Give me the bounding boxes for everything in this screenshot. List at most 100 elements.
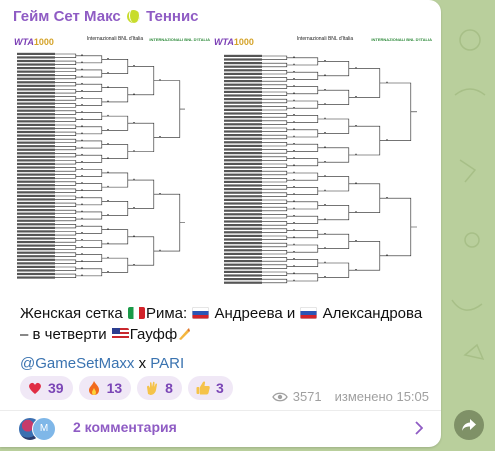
bracket-entry-mark	[293, 157, 295, 159]
bracket-entry-mark	[293, 56, 295, 58]
bracket-entry-mark	[81, 97, 83, 98]
bracket-connector	[262, 206, 293, 212]
bracket-connector	[262, 163, 293, 168]
bracket-entry-mark	[107, 143, 109, 145]
bracket-entry-mark	[324, 233, 326, 234]
reaction-clap[interactable]: 8	[137, 376, 182, 400]
bracket-entry-mark	[17, 102, 55, 105]
bracket-entry-mark	[293, 71, 295, 72]
post-links: @GameSetMaxx x PARI	[20, 355, 184, 372]
bracket-connector	[55, 188, 81, 193]
bracket-entry-mark	[324, 261, 326, 263]
bracket-entry-mark	[386, 139, 388, 141]
bracket-connector	[107, 115, 133, 131]
bracket-entry-mark	[293, 150, 295, 151]
bracket-entry-mark	[224, 270, 262, 273]
bracket-connector	[55, 96, 81, 101]
bracket-connector	[81, 69, 107, 78]
reactions-bar: 39 13 8 3	[20, 376, 233, 400]
bracket-entry-mark	[17, 169, 55, 173]
bracket-entry-mark	[17, 116, 55, 119]
bracket-entry-mark	[17, 272, 55, 276]
bracket-entry-mark	[224, 69, 262, 72]
clap-icon	[147, 381, 158, 395]
bracket-entry-mark	[224, 188, 262, 191]
bracket-connector	[107, 201, 133, 216]
writing-hand-icon	[179, 328, 191, 340]
bracket-entry-mark	[324, 161, 326, 162]
bracket-connector	[55, 67, 81, 73]
bracket-entry-mark	[386, 254, 388, 256]
bracket-connector	[55, 259, 81, 264]
partner-link[interactable]: PARI	[150, 355, 184, 372]
bracket-connector	[55, 110, 81, 115]
bracket-connector	[133, 236, 159, 266]
bracket-connector	[81, 126, 107, 135]
bracket-connector	[262, 185, 293, 190]
bracket-entry-mark	[107, 114, 109, 116]
bracket-entry-mark	[17, 127, 55, 130]
bracket-sheet-left: WTA1000 Internazionali BNL d'Italia INTE…	[10, 32, 216, 290]
post-text: Женская сетка Рима: Андреева и Александр…	[20, 303, 430, 345]
post-text-part: четверти	[44, 326, 107, 343]
bracket-entry-mark	[224, 281, 262, 284]
bracket-entry-mark	[17, 223, 55, 226]
bracket-connector	[81, 112, 107, 120]
bracket-connector	[262, 77, 293, 82]
bracket-connector	[324, 176, 355, 192]
bracket-entry-mark	[107, 100, 109, 102]
bracket-entry-mark	[224, 58, 262, 61]
bracket-entry-mark	[81, 168, 83, 169]
bracket-connector	[293, 71, 324, 80]
bracket-connector	[324, 205, 355, 221]
heart-icon	[29, 382, 41, 394]
bracket-entry-mark	[293, 85, 295, 87]
bracket-entry-mark	[17, 187, 55, 190]
bracket-entry-mark	[293, 279, 295, 281]
bracket-connector	[81, 225, 107, 234]
bracket-connector	[262, 199, 293, 204]
bracket-entry-mark	[17, 233, 55, 237]
bracket-connector	[81, 98, 107, 106]
bracket-connector	[55, 181, 81, 186]
bracket-connector	[262, 149, 293, 154]
bracket-entry-mark	[107, 171, 109, 173]
bracket-connector	[133, 122, 159, 152]
bracket-connector	[55, 131, 81, 136]
bracket-entry-mark	[17, 180, 55, 183]
bracket-image[interactable]: WTA1000 Internazionali BNL d'Italia INTE…	[0, 32, 441, 297]
bracket-entry-mark	[324, 175, 326, 177]
comments-row[interactable]: M 2 комментария	[18, 416, 423, 441]
bracket-connector	[262, 178, 293, 183]
bracket-connector	[81, 55, 107, 64]
bracket-connector	[81, 83, 107, 92]
reaction-fire[interactable]: 13	[78, 376, 132, 400]
bracket-connector	[293, 172, 324, 181]
bracket-entry-mark	[224, 195, 262, 198]
bracket-connector	[55, 89, 81, 94]
channel-mention-link[interactable]: @GameSetMaxx	[20, 355, 134, 372]
bracket-entry-mark	[81, 146, 83, 148]
bracket-entry-mark	[224, 98, 262, 101]
bracket-entry-mark	[159, 249, 161, 251]
bracket-entry-mark	[224, 112, 262, 115]
bracket-entry-mark	[224, 256, 262, 259]
bracket-entry-mark	[81, 175, 83, 177]
bracket-entry-mark	[224, 108, 262, 111]
bracket-connector	[55, 124, 81, 129]
bracket-connector	[293, 115, 324, 123]
channel-name[interactable]: Гейм Сет Макс Теннис	[13, 8, 199, 25]
share-button[interactable]	[454, 410, 484, 440]
bracket-connector	[386, 82, 417, 141]
bracket-entry-mark	[224, 87, 262, 90]
bracket-connector	[293, 129, 324, 138]
bracket-entry-mark	[293, 92, 295, 94]
bracket-entry-mark	[224, 231, 262, 234]
bracket-entry-mark	[81, 161, 83, 162]
reaction-thumbs-up[interactable]: 3	[187, 376, 233, 400]
bracket-connector	[262, 156, 293, 161]
bracket-entry-mark	[17, 226, 55, 229]
bracket-connector	[262, 257, 293, 262]
reaction-heart[interactable]: 39	[20, 376, 73, 400]
bracket-connector	[55, 202, 81, 207]
